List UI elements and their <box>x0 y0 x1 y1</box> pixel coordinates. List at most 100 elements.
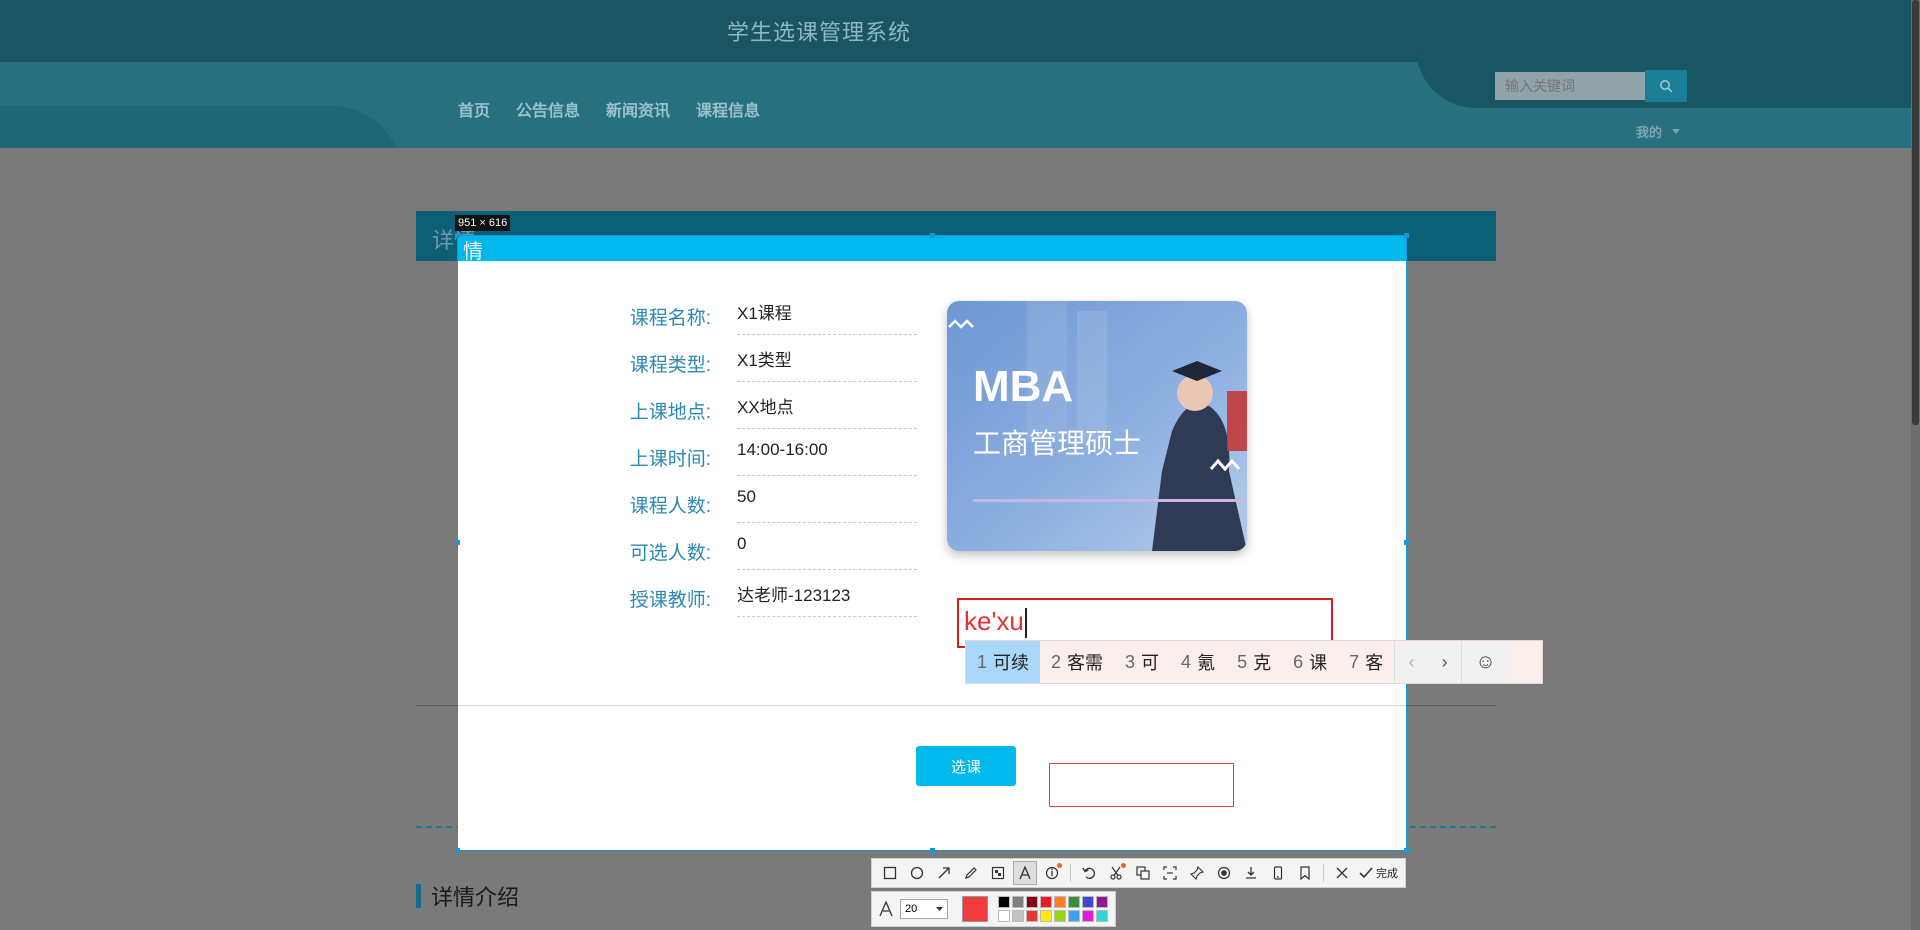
rectangle-tool-icon[interactable] <box>878 861 902 885</box>
field-label: 课程人数: <box>629 496 711 517</box>
ime-candidate[interactable]: 3可 <box>1114 641 1170 683</box>
user-menu-label: 我的 <box>1636 125 1663 140</box>
field-label: 课程名称: <box>629 308 711 329</box>
done-label: 完成 <box>1376 868 1398 880</box>
search-input[interactable] <box>1495 72 1645 100</box>
download-icon[interactable] <box>1239 861 1263 885</box>
ime-candidate[interactable]: 4氪 <box>1170 641 1226 683</box>
intro-title: 详情介绍 <box>431 885 520 910</box>
ime-candidate[interactable]: 7客 <box>1338 641 1394 683</box>
field-label: 上课时间: <box>629 449 711 470</box>
translate-icon[interactable] <box>1131 861 1155 885</box>
annotation-toolbar: 完成 <box>871 858 1406 888</box>
toolbar-separator <box>1070 864 1071 882</box>
color-swatch[interactable] <box>1054 896 1066 908</box>
color-swatch[interactable] <box>1012 896 1024 908</box>
resize-handle[interactable] <box>1404 848 1409 853</box>
numbered-marker-tool-icon[interactable] <box>1040 861 1064 885</box>
course-image-graphic: MBA 工商管理硕士 <box>947 301 1247 551</box>
color-palette <box>998 896 1108 922</box>
resize-handle[interactable] <box>455 848 460 853</box>
pencil-tool-icon[interactable] <box>959 861 983 885</box>
arrow-tool-icon[interactable] <box>932 861 956 885</box>
current-color-swatch[interactable] <box>962 896 988 922</box>
color-swatch[interactable] <box>1040 896 1052 908</box>
field-value: 达老师-123123 <box>737 581 917 617</box>
intro-section-heading: 详情介绍 <box>416 880 519 912</box>
nav-item-news[interactable]: 新闻资讯 <box>606 97 670 121</box>
search-icon <box>1660 80 1673 93</box>
search-button[interactable] <box>1645 70 1687 102</box>
field-label: 可选人数: <box>629 543 711 564</box>
field-value: 14:00-16:00 <box>737 440 917 476</box>
color-swatch[interactable] <box>998 910 1010 922</box>
chevron-right-icon[interactable]: › <box>1428 652 1461 673</box>
extract-text-icon[interactable] <box>1158 861 1182 885</box>
caret-down-icon <box>1672 129 1681 134</box>
caret-down-icon <box>936 907 943 911</box>
ime-candidate[interactable]: 1 可续 <box>966 641 1041 683</box>
font-size-icon <box>879 901 893 917</box>
undo-icon[interactable] <box>1077 861 1101 885</box>
field-available: 可选人数: 0 <box>457 524 1407 570</box>
resize-handle[interactable] <box>930 233 935 238</box>
header-decor-left <box>0 106 402 148</box>
resize-handle[interactable] <box>930 848 935 853</box>
field-course-type: 课程类型: X1类型 <box>457 336 1407 382</box>
field-label: 课程类型: <box>629 355 711 376</box>
main-nav: 首页 公告信息 新闻资讯 课程信息 <box>458 97 760 121</box>
ime-candidate-bar: 1 可续 2 客需 3可 4氪 5克 6课 7客 ‹ › ☺ <box>965 640 1543 684</box>
ellipse-tool-icon[interactable] <box>905 861 929 885</box>
resize-handle[interactable] <box>1404 540 1409 545</box>
ime-candidate[interactable]: 5克 <box>1226 641 1282 683</box>
color-swatch[interactable] <box>1054 910 1066 922</box>
color-swatch[interactable] <box>998 896 1010 908</box>
text-tool-icon[interactable] <box>1013 861 1037 885</box>
annotation-rectangle[interactable] <box>1049 763 1234 807</box>
intro-accent-bar <box>416 884 421 908</box>
pin-icon[interactable] <box>1185 861 1209 885</box>
resize-handle[interactable] <box>455 540 460 545</box>
ime-candidate[interactable]: 2 客需 <box>1040 641 1114 683</box>
chevron-left-icon[interactable]: ‹ <box>1395 652 1428 673</box>
site-header: 学生选课管理系统 首页 公告信息 新闻资讯 课程信息 我的 <box>0 0 1920 148</box>
nav-item-announcements[interactable]: 公告信息 <box>516 97 580 121</box>
capture-region[interactable]: 情 课程名称: X1课程 课程类型: X1类型 上课地点: XX地点 上课时间:… <box>457 235 1407 851</box>
color-swatch[interactable] <box>1096 896 1108 908</box>
color-swatch[interactable] <box>1068 896 1080 908</box>
selection-size-label: 951 × 616 <box>455 215 511 231</box>
field-label: 授课教师: <box>629 590 711 611</box>
resize-handle[interactable] <box>1404 233 1409 238</box>
course-image-subtitle: 工商管理硕士 <box>973 427 1141 460</box>
select-course-button[interactable]: 选课 <box>916 746 1016 786</box>
page-scrollbar-thumb[interactable] <box>1912 0 1919 425</box>
field-value: XX地点 <box>737 393 917 429</box>
color-swatch[interactable] <box>1040 910 1052 922</box>
user-menu[interactable]: 我的 <box>1636 122 1681 141</box>
color-swatch[interactable] <box>1026 910 1038 922</box>
bookmark-icon[interactable] <box>1293 861 1317 885</box>
nav-item-home[interactable]: 首页 <box>458 97 490 121</box>
mosaic-tool-icon[interactable] <box>986 861 1010 885</box>
text-annotation-input[interactable]: ke'xu <box>964 606 1027 639</box>
record-icon[interactable] <box>1212 861 1236 885</box>
field-value: 50 <box>737 487 917 523</box>
color-swatch[interactable] <box>1012 910 1024 922</box>
text-style-toolbar: 20 <box>871 891 1116 927</box>
color-swatch[interactable] <box>1096 910 1108 922</box>
color-swatch[interactable] <box>1068 910 1080 922</box>
resize-handle[interactable] <box>455 233 460 238</box>
cut-icon[interactable] <box>1104 861 1128 885</box>
field-label: 上课地点: <box>629 402 711 423</box>
color-swatch[interactable] <box>1026 896 1038 908</box>
ime-candidate[interactable]: 6课 <box>1282 641 1338 683</box>
font-size-select[interactable]: 20 <box>900 899 948 919</box>
done-button[interactable]: 完成 <box>1359 865 1398 881</box>
color-swatch[interactable] <box>1082 896 1094 908</box>
color-swatch[interactable] <box>1082 910 1094 922</box>
emoji-icon[interactable]: ☺ <box>1461 641 1510 683</box>
phone-icon[interactable] <box>1266 861 1290 885</box>
close-icon[interactable] <box>1330 861 1354 885</box>
ime-page-controls: ‹ › <box>1394 641 1462 683</box>
nav-item-courses[interactable]: 课程信息 <box>696 97 760 121</box>
